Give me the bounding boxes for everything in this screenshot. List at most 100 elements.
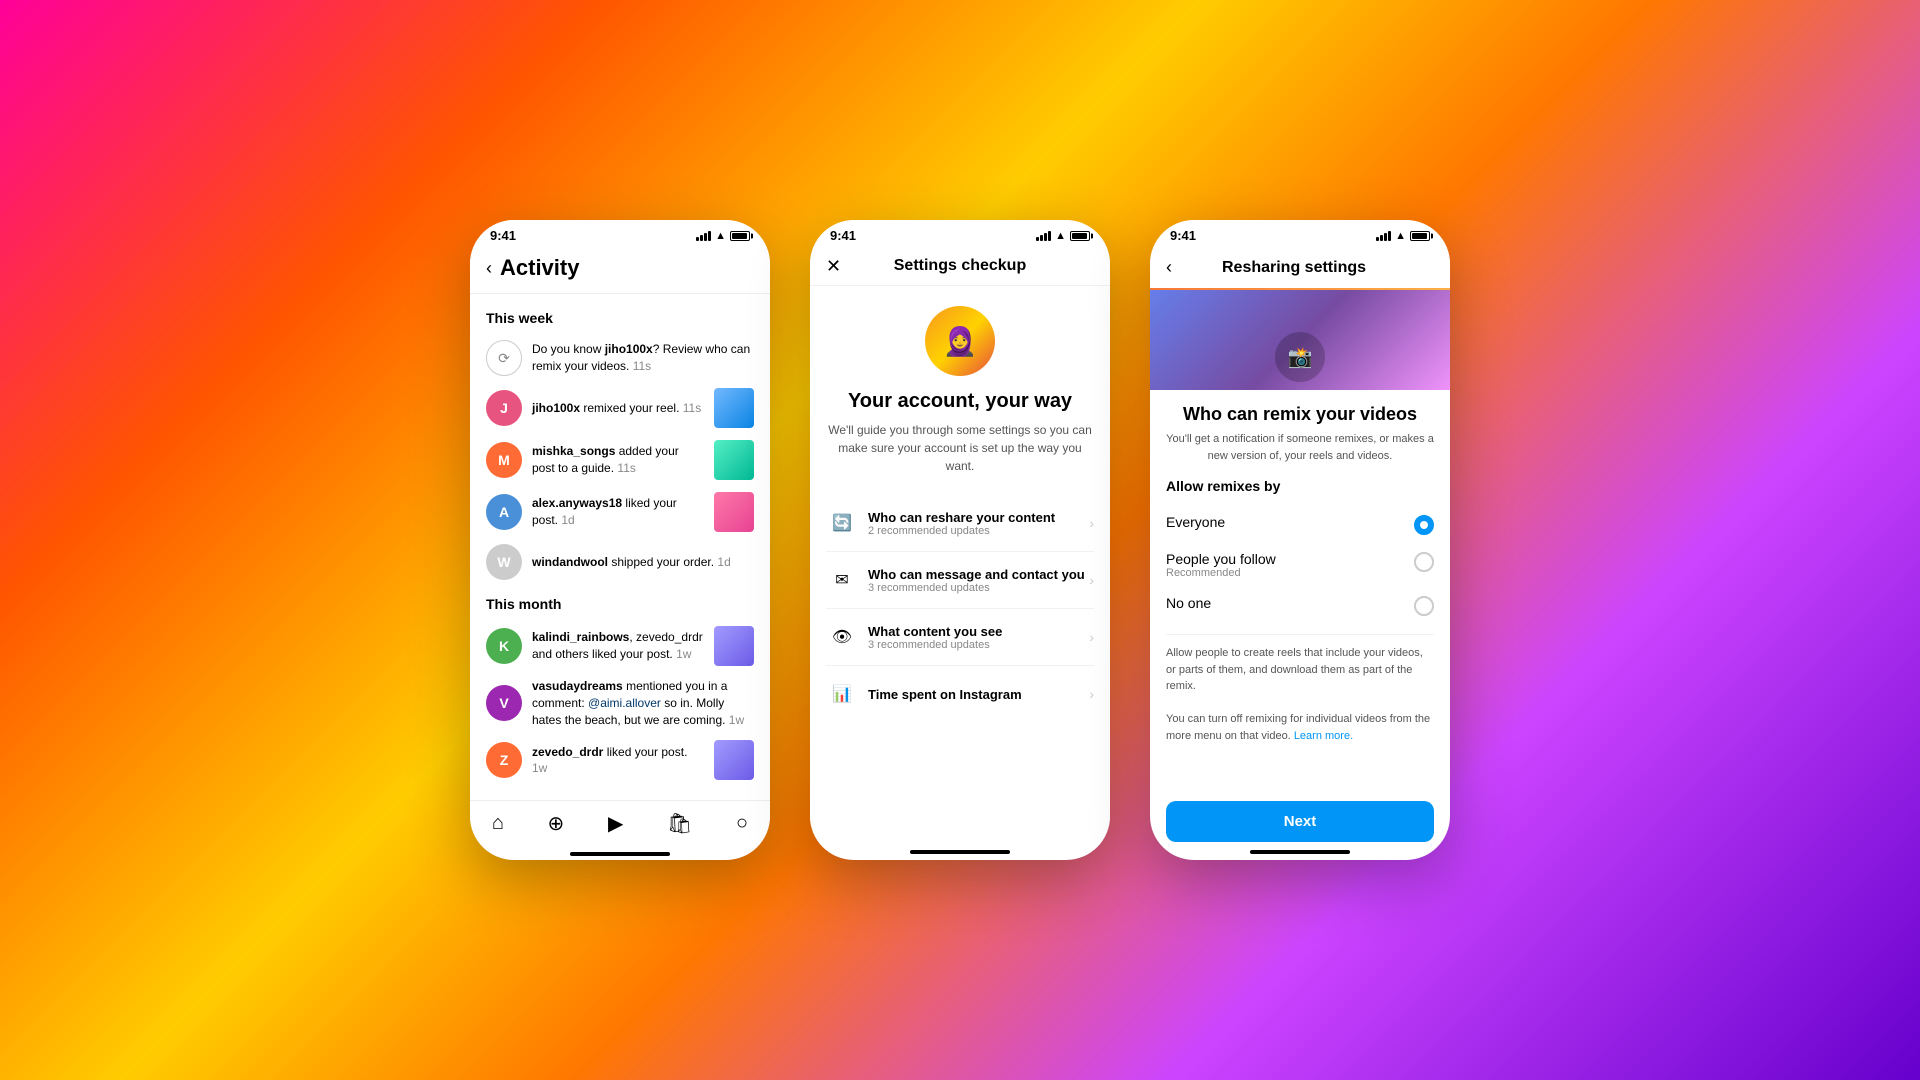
option-people-follow[interactable]: People you follow Recommended	[1166, 543, 1434, 587]
radio-text: People you follow Recommended	[1166, 551, 1406, 579]
resharing-body: 📸 Who can remix your videos You'll get a…	[1150, 290, 1450, 789]
this-month-label: This month	[486, 596, 754, 612]
nav-reels-icon[interactable]: ▶	[608, 811, 623, 836]
list-item[interactable]: ⟳ Do you know jiho100x? Review who can r…	[486, 334, 754, 382]
checkup-title: Settings checkup	[894, 257, 1026, 275]
resharing-banner: 📸	[1150, 290, 1450, 390]
option-everyone[interactable]: Everyone	[1166, 506, 1434, 543]
back-button-1[interactable]: ‹	[486, 258, 492, 279]
resharing-header: ‹ Resharing settings	[1150, 247, 1450, 288]
status-bar-3: 9:41 ▲	[1150, 220, 1450, 247]
profile-emoji: 🧕	[943, 325, 978, 358]
time-title: Time spent on Instagram	[868, 687, 1089, 702]
thumbnail	[714, 626, 754, 666]
status-bar-1: 9:41 ▲	[470, 220, 770, 247]
signal-bars-3	[1376, 231, 1391, 241]
bottom-nav: ⌂ ⊕ ▶ 🛍 ○	[470, 800, 770, 852]
nav-search-icon[interactable]: ⊕	[548, 811, 565, 836]
list-item[interactable]: V vasudaydreams mentioned you in a comme…	[486, 672, 754, 734]
resharing-content: Who can remix your videos You'll get a n…	[1150, 390, 1450, 758]
settings-text: What content you see 3 recommended updat…	[868, 624, 1089, 651]
settings-text: Time spent on Instagram	[868, 687, 1089, 702]
settings-message-item[interactable]: ✉ Who can message and contact you 3 reco…	[826, 552, 1094, 609]
avatar: K	[486, 628, 522, 664]
nav-profile-icon[interactable]: ○	[736, 812, 748, 835]
option-no-one[interactable]: No one	[1166, 587, 1434, 624]
resharing-note: Allow people to create reels that includ…	[1166, 634, 1434, 744]
radio-circle-noone[interactable]	[1414, 596, 1434, 616]
avatar: W	[486, 544, 522, 580]
avatar: M	[486, 442, 522, 478]
status-time-2: 9:41	[830, 228, 856, 243]
radio-circle-follow[interactable]	[1414, 552, 1434, 572]
allow-label: Allow remixes by	[1166, 478, 1434, 494]
activity-header: ‹ Activity	[470, 247, 770, 294]
list-item[interactable]: W windandwool shipped your order. 1d	[486, 538, 754, 586]
radio-text: No one	[1166, 595, 1406, 611]
phone-settings-checkup: 9:41 ▲ ✕ Settings checkup 🧕 Your account…	[810, 220, 1110, 860]
thumbnail	[714, 492, 754, 532]
battery-2	[1070, 231, 1090, 241]
settings-text: Who can message and contact you 3 recomm…	[868, 567, 1089, 594]
resharing-title: Resharing settings	[1180, 259, 1408, 277]
content-title: What content you see	[868, 624, 1089, 639]
list-item[interactable]: A alex.anyways18 liked your post. 1d	[486, 486, 754, 538]
signal-bars-2	[1036, 231, 1051, 241]
this-week-label: This week	[486, 310, 754, 326]
reshare-icon: 🔄	[826, 507, 858, 539]
learn-more-link[interactable]: Learn more.	[1294, 730, 1353, 742]
nav-shop-icon[interactable]: 🛍	[667, 811, 692, 836]
wifi-icon-1: ▲	[715, 230, 726, 242]
resharing-description: You'll get a notification if someone rem…	[1166, 431, 1434, 464]
chevron-right-icon: ›	[1089, 515, 1094, 531]
list-item[interactable]: K kalindi_rainbows, zevedo_drdr and othe…	[486, 620, 754, 672]
list-item[interactable]: Z zevedo_drdr liked your post. 1w	[486, 734, 754, 786]
reshare-sub: 2 recommended updates	[868, 525, 1089, 537]
message-sub: 3 recommended updates	[868, 582, 1089, 594]
radio-label-everyone: Everyone	[1166, 514, 1406, 530]
settings-reshare-item[interactable]: 🔄 Who can reshare your content 2 recomme…	[826, 495, 1094, 552]
checkup-main-title: Your account, your way	[848, 390, 1072, 413]
message-icon: ✉	[826, 564, 858, 596]
content-sub: 3 recommended updates	[868, 639, 1089, 651]
activity-text: mishka_songs added your post to a guide.…	[532, 443, 704, 477]
settings-time-item[interactable]: 📊 Time spent on Instagram ›	[826, 666, 1094, 722]
status-time-1: 9:41	[490, 228, 516, 243]
list-item[interactable]: J jiho100x remixed your reel. 11s	[486, 382, 754, 434]
status-icons-1: ▲	[696, 230, 750, 242]
activity-text: jiho100x remixed your reel. 11s	[532, 400, 704, 417]
back-button-3[interactable]: ‹	[1166, 257, 1172, 278]
nav-home-icon[interactable]: ⌂	[492, 812, 504, 835]
phone-resharing: 9:41 ▲ ‹ Resharing settings 📸 Who can re…	[1150, 220, 1450, 860]
radio-label-follow: People you follow	[1166, 551, 1406, 567]
content-icon: 👁	[826, 621, 858, 653]
list-item[interactable]: M mishka_songs added your post to a guid…	[486, 434, 754, 486]
avatar: A	[486, 494, 522, 530]
wifi-icon-2: ▲	[1055, 230, 1066, 242]
home-indicator-1	[570, 852, 670, 856]
activity-text: zevedo_drdr liked your post. 1w	[532, 744, 704, 778]
activity-title: Activity	[500, 255, 579, 281]
checkup-header: ✕ Settings checkup	[810, 247, 1110, 286]
resharing-main-title: Who can remix your videos	[1166, 404, 1434, 425]
status-icons-2: ▲	[1036, 230, 1090, 242]
phone-activity: 9:41 ▲ ‹ Activity This week ⟳ Do you kno…	[470, 220, 770, 860]
settings-text: Who can reshare your content 2 recommend…	[868, 510, 1089, 537]
next-button[interactable]: Next	[1166, 801, 1434, 842]
thumbnail	[714, 388, 754, 428]
status-icons-3: ▲	[1376, 230, 1430, 242]
status-time-3: 9:41	[1170, 228, 1196, 243]
time-icon: 📊	[826, 678, 858, 710]
activity-text: Do you know jiho100x? Review who can rem…	[532, 341, 754, 375]
checkup-body: 🧕 Your account, your way We'll guide you…	[810, 286, 1110, 850]
home-indicator-3	[1250, 850, 1350, 854]
settings-content-item[interactable]: 👁 What content you see 3 recommended upd…	[826, 609, 1094, 666]
close-button[interactable]: ✕	[826, 256, 841, 277]
activity-text: kalindi_rainbows, zevedo_drdr and others…	[532, 629, 704, 663]
thumbnail	[714, 740, 754, 780]
chevron-right-icon: ›	[1089, 686, 1094, 702]
signal-bars-1	[696, 231, 711, 241]
remix-icon: ⟳	[486, 340, 522, 376]
radio-circle-everyone[interactable]	[1414, 515, 1434, 535]
resharing-screen: ‹ Resharing settings 📸 Who can remix you…	[1150, 247, 1450, 860]
